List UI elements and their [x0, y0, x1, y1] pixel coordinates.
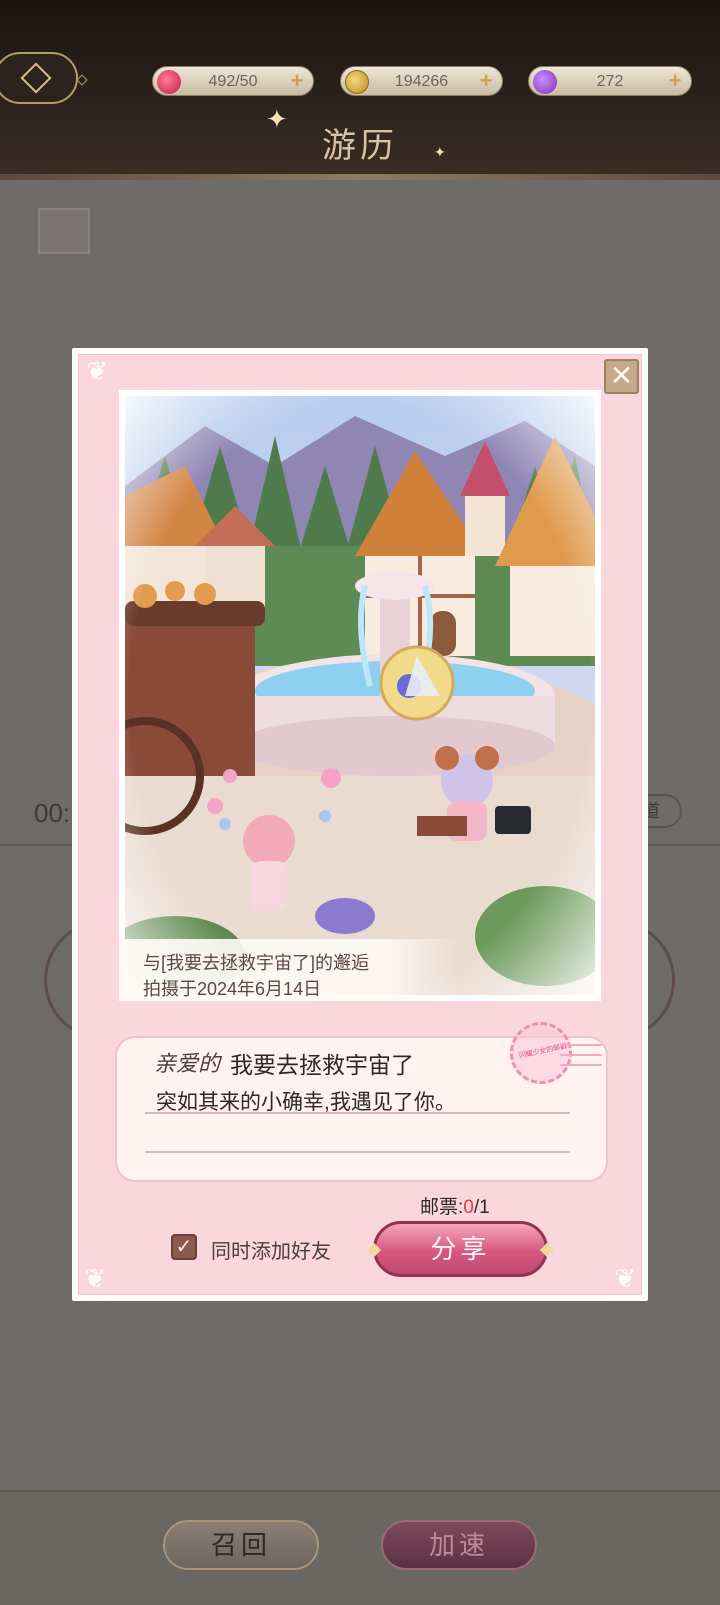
stamp-count: 邮票:0/1 — [420, 1192, 490, 1219]
recall-button[interactable]: 召回 — [163, 1520, 319, 1570]
add-friend-checkbox[interactable]: ✓ — [171, 1234, 197, 1260]
postmark-wave — [560, 1054, 602, 1056]
letter-greeting: 亲爱的 — [154, 1052, 221, 1077]
currency-gems: 272 + — [528, 66, 692, 96]
close-button[interactable]: ✕ — [604, 359, 639, 394]
share-button-label: 分享 — [430, 1234, 491, 1264]
share-button[interactable]: 分享 — [366, 1221, 555, 1277]
timer-text: 00: — [34, 798, 71, 828]
corner-ornament-icon: ❦ — [614, 1263, 636, 1293]
diamond-back-icon — [20, 62, 52, 94]
checkmark-icon: ✓ — [175, 1236, 193, 1258]
stamp-count-current: 0 — [463, 1197, 474, 1218]
currency-stamina: 492/50 + — [152, 66, 314, 96]
currency-coins: 194266 + — [340, 66, 503, 96]
photo-caption: 与[我要去拯救宇宙了]的邂逅 拍摄于2024年6月14日 — [119, 939, 459, 1001]
add-stamina-icon[interactable]: + — [287, 70, 307, 92]
back-button[interactable] — [0, 52, 88, 104]
postmark-stamp: 闪耀少女的邮戳 — [510, 1022, 602, 1084]
speedup-button[interactable]: 加速 — [381, 1520, 537, 1570]
corner-ornament-icon: ❦ — [84, 1263, 106, 1293]
thumbnail-slot[interactable] — [38, 208, 90, 254]
encounter-photo: 与[我要去拯救宇宙了]的邂逅 拍摄于2024年6月14日 — [119, 390, 601, 1001]
caption-date: 拍摄于2024年6月14日 — [143, 979, 322, 999]
letter-rule — [145, 1151, 570, 1153]
village-scene-image — [125, 396, 595, 995]
add-coins-icon[interactable]: + — [476, 70, 496, 92]
corner-ornament-icon: ❦ — [86, 356, 108, 386]
postmark-wave — [560, 1044, 602, 1046]
caption-encounter: 与[我要去拯救宇宙了]的邂逅 — [143, 953, 370, 973]
postmark-wave — [560, 1064, 602, 1066]
letter-recipient: 我要去拯救宇宙了 — [230, 1052, 414, 1078]
letter-rule — [145, 1112, 570, 1114]
stamp-count-label: 邮票: — [420, 1197, 464, 1218]
add-gems-icon[interactable]: + — [665, 70, 685, 92]
add-friend-label[interactable]: 同时添加好友 — [211, 1235, 331, 1264]
page-title: 游历 — [322, 126, 398, 166]
bottom-bar — [0, 1490, 720, 1605]
stamp-count-total: 1 — [479, 1197, 490, 1218]
